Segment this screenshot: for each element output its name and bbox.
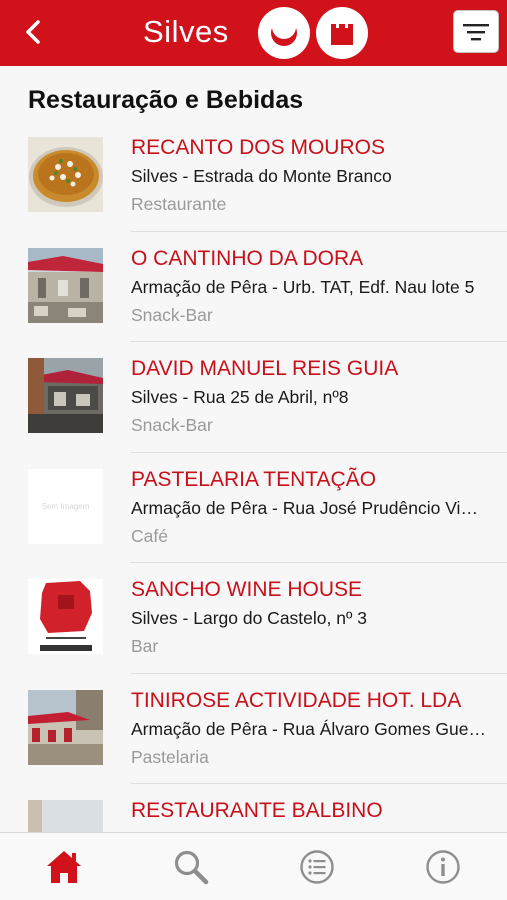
filter-icon — [463, 23, 489, 40]
list-item[interactable]: DAVID MANUEL REIS GUIA Silves - Rua 25 d… — [0, 342, 507, 453]
tab-bar — [0, 832, 507, 900]
item-category: Bar — [131, 636, 159, 656]
tab-list[interactable] — [297, 847, 337, 887]
list-item[interactable]: RECANTO DOS MOUROS Silves - Estrada do M… — [0, 121, 507, 232]
home-icon — [47, 851, 81, 883]
back-chevron-icon[interactable] — [18, 16, 48, 48]
item-name: PASTELARIA TENTAÇÃO — [131, 467, 377, 491]
item-address: Silves - Estrada do Monte Branco — [131, 166, 392, 186]
item-category: Snack-Bar — [131, 415, 213, 435]
list-item[interactable]: Sem Imagem PASTELARIA TENTAÇÃO Armação d… — [0, 453, 507, 563]
list-item[interactable]: SANCHO WINE HOUSE Silves - Largo do Cast… — [0, 563, 507, 674]
item-name: RESTAURANTE BALBINO — [131, 799, 383, 822]
item-category: Café — [131, 525, 168, 546]
item-name: RECANTO DOS MOUROS — [131, 136, 385, 159]
castle-tower-icon[interactable] — [316, 7, 368, 59]
no-image-placeholder: Sem Imagem — [28, 468, 103, 544]
item-thumbnail — [28, 689, 103, 765]
item-thumbnail: Sem Imagem — [28, 468, 103, 544]
list-item[interactable]: RESTAURANTE BALBINO — [0, 784, 507, 832]
item-name: O CANTINHO DA DORA — [131, 246, 364, 270]
item-category: Snack-Bar — [131, 304, 213, 325]
app-header: Silves — [0, 0, 507, 66]
item-address: Silves - Largo do Castelo, nº 3 — [131, 608, 367, 628]
item-thumbnail — [28, 579, 103, 654]
tab-info[interactable] — [423, 847, 463, 887]
item-category: Pastelaria — [131, 746, 209, 767]
item-thumbnail — [28, 137, 103, 212]
crescent-moon-icon[interactable] — [258, 7, 310, 59]
item-address: Armação de Pêra - Urb. TAT, Edf. Nau lot… — [131, 276, 475, 297]
item-name: SANCHO WINE HOUSE — [131, 578, 363, 601]
item-name: TINIROSE ACTIVIDADE HOT. LDA — [131, 688, 462, 712]
list-item[interactable]: O CANTINHO DA DORA Armação de Pêra - Urb… — [0, 232, 507, 342]
section-title: Restauração e Bebidas — [28, 86, 304, 114]
tab-home[interactable] — [44, 847, 84, 887]
establishment-list: RECANTO DOS MOUROS Silves - Estrada do M… — [0, 121, 507, 832]
item-address: Silves - Rua 25 de Abril, nº8 — [131, 387, 349, 407]
search-icon — [174, 850, 209, 885]
tab-search[interactable] — [171, 847, 211, 887]
list-icon — [300, 850, 334, 884]
app-title: Silves — [143, 14, 229, 49]
item-address: Armação de Pêra - Rua José Prudêncio Vie… — [131, 497, 487, 518]
item-thumbnail — [28, 800, 103, 832]
item-name: DAVID MANUEL REIS GUIA — [131, 357, 399, 380]
item-thumbnail — [28, 247, 103, 323]
info-icon — [426, 850, 460, 884]
item-thumbnail — [28, 358, 103, 433]
filter-button[interactable] — [453, 10, 499, 53]
item-category: Restaurante — [131, 194, 227, 214]
list-item[interactable]: TINIROSE ACTIVIDADE HOT. LDA Armação de … — [0, 674, 507, 784]
item-address: Armação de Pêra - Rua Álvaro Gomes Guerr… — [131, 718, 487, 739]
